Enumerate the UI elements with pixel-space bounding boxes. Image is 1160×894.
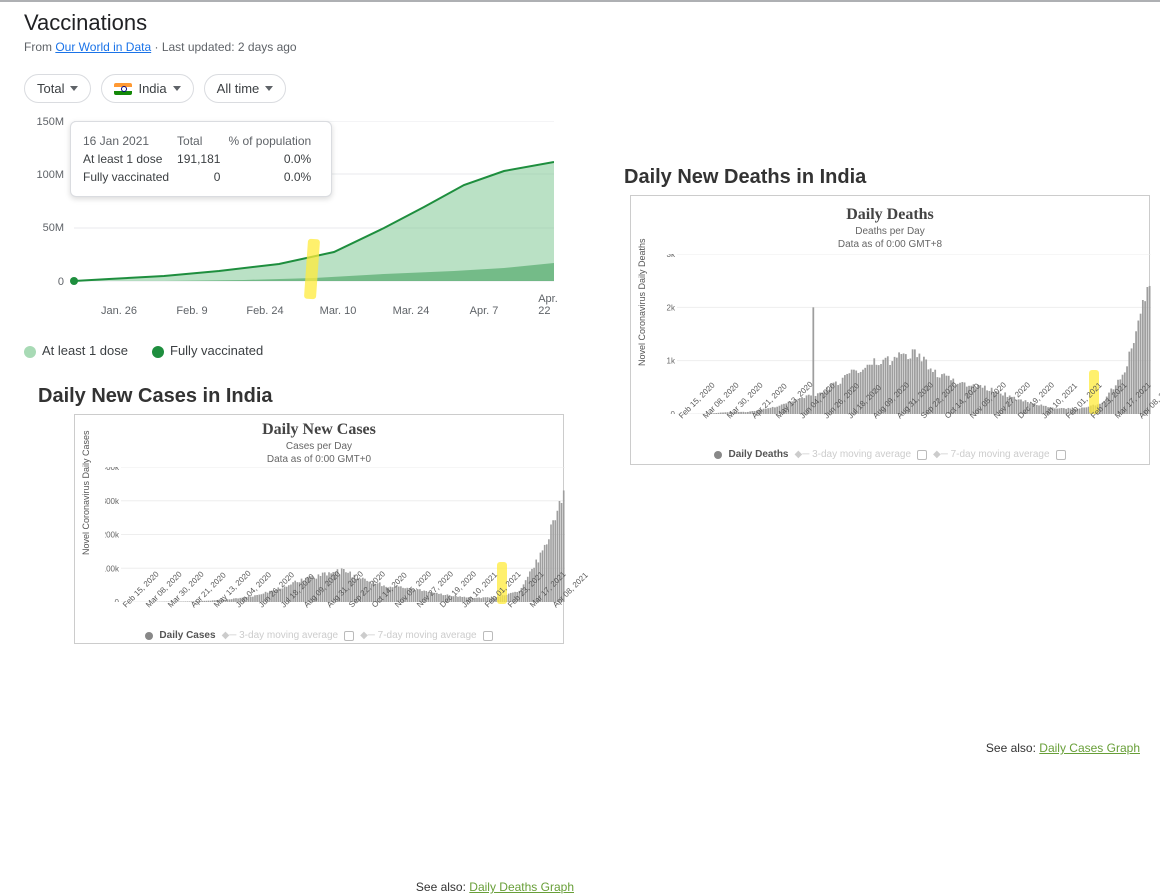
x-tick: Jan. 26 <box>101 305 137 317</box>
daily-cases-sub1: Cases per Day <box>75 441 563 452</box>
deaths-legend-ma7: ◆─ 7-day moving average <box>933 449 1050 460</box>
deaths-legend-ma3: ◆─ 3-day moving average <box>795 449 912 460</box>
svg-text:0: 0 <box>115 598 120 602</box>
tooltip-row2-total: 0 <box>177 168 228 186</box>
chevron-down-icon <box>265 86 273 91</box>
daily-cases-heading: Daily New Cases in India <box>38 385 584 408</box>
tooltip-col-total: Total <box>177 132 228 150</box>
see-also-link[interactable]: Daily Cases Graph <box>1039 741 1140 755</box>
cases-x-labels: Feb 15, 2020Mar 08, 2020Mar 30, 2020Apr … <box>105 603 565 633</box>
svg-text:200k: 200k <box>105 531 120 540</box>
source-prefix: From <box>24 40 55 54</box>
daily-cases-panel: Daily New Cases Cases per Day Data as of… <box>74 414 564 644</box>
tooltip-date: 16 Jan 2021 <box>83 132 177 150</box>
cases-legend-ma7-label: 7-day moving average <box>378 630 477 641</box>
cases-legend-ma7: ◆─ 7-day moving average <box>360 630 477 641</box>
deaths-legend-ma7-label: 7-day moving average <box>951 449 1050 460</box>
cases-y-axis-label: Novel Coronavirus Daily Cases <box>81 430 91 555</box>
legend-dot-icon <box>714 451 722 459</box>
checkbox-ma7[interactable] <box>1056 450 1066 460</box>
x-tick: Feb. 9 <box>176 305 207 317</box>
cases-legend-main: Daily Cases <box>159 630 215 641</box>
chevron-down-icon <box>173 86 181 91</box>
vaccinations-title: Vaccinations <box>24 10 574 36</box>
deaths-legend: Daily Deaths ◆─ 3-day moving average ◆─ … <box>631 449 1149 460</box>
svg-text:1k: 1k <box>667 357 676 366</box>
window-border <box>0 0 1160 2</box>
tooltip-row2-pct: 0.0% <box>228 168 319 186</box>
chip-country-label: India <box>138 81 166 96</box>
daily-cases-title: Daily New Cases <box>75 421 563 439</box>
checkbox-ma7[interactable] <box>483 631 493 641</box>
cases-legend: Daily Cases ◆─ 3-day moving average ◆─ 7… <box>75 630 563 641</box>
x-tick: Apr. 7 <box>470 305 499 317</box>
tooltip-row1-label: At least 1 dose <box>83 150 177 168</box>
vaccinations-chart[interactable]: 150M 100M 50M 0 Jan. 26 Feb. 9 Feb. 24 M… <box>24 121 554 321</box>
x-tick: Mar. 10 <box>320 305 357 317</box>
tooltip-col-pct: % of population <box>228 132 319 150</box>
daily-cases-sub2: Data as of 0:00 GMT+0 <box>75 454 563 465</box>
legend-dot-dose1 <box>24 346 36 358</box>
deaths-legend-main: Daily Deaths <box>728 449 788 460</box>
series-start-dot <box>70 277 78 285</box>
deaths-legend-ma3-label: 3-day moving average <box>812 449 911 460</box>
chip-country[interactable]: India <box>101 74 193 103</box>
daily-deaths-sub2: Data as of 0:00 GMT+8 <box>631 239 1149 250</box>
chip-range[interactable]: All time <box>204 74 287 103</box>
legend-dose1: At least 1 dose <box>24 343 128 358</box>
tooltip-row1-total: 191,181 <box>177 150 228 168</box>
tooltip-row2-label: Fully vaccinated <box>83 168 177 186</box>
filter-chips: Total India All time <box>24 74 574 103</box>
see-also-prefix: See also: <box>986 741 1039 755</box>
daily-deaths-panel: Daily Deaths Deaths per Day Data as of 0… <box>630 195 1150 465</box>
see-also-link[interactable]: Daily Deaths Graph <box>469 880 574 894</box>
x-tick: Apr. 22 <box>538 293 558 317</box>
deaths-y-axis-label: Novel Coronavirus Daily Deaths <box>637 238 647 366</box>
daily-deaths-sub1: Deaths per Day <box>631 226 1149 237</box>
chip-total[interactable]: Total <box>24 74 91 103</box>
svg-text:2k: 2k <box>667 303 676 312</box>
daily-deaths-title: Daily Deaths <box>631 206 1149 224</box>
x-tick: Feb. 24 <box>246 305 283 317</box>
vaccinations-panel: Vaccinations From Our World in Data · La… <box>24 10 574 358</box>
deaths-see-also: See also: Daily Cases Graph <box>610 741 1140 755</box>
vaccinations-legend: At least 1 dose Fully vaccinated <box>24 343 574 358</box>
cases-legend-ma3-label: 3-day moving average <box>239 630 338 641</box>
daily-deaths-heading: Daily New Deaths in India <box>624 166 1150 189</box>
legend-dot-full <box>152 346 164 358</box>
daily-deaths-section: Daily New Deaths in India Daily Deaths D… <box>610 166 1150 755</box>
last-updated-prefix: · Last updated: <box>151 40 238 54</box>
deaths-x-labels: Feb 15, 2020Mar 08, 2020Mar 30, 2020Apr … <box>661 414 1151 448</box>
svg-text:300k: 300k <box>105 497 120 506</box>
legend-full-label: Fully vaccinated <box>170 343 263 358</box>
svg-text:3k: 3k <box>667 254 676 259</box>
legend-dose1-label: At least 1 dose <box>42 343 128 358</box>
cases-see-also: See also: Daily Deaths Graph <box>24 880 574 894</box>
last-updated: 2 days ago <box>238 40 297 54</box>
chip-range-label: All time <box>217 81 260 96</box>
chip-total-label: Total <box>37 81 64 96</box>
checkbox-ma3[interactable] <box>344 631 354 641</box>
legend-dot-icon <box>145 632 153 640</box>
x-tick: Mar. 24 <box>393 305 430 317</box>
svg-text:400k: 400k <box>105 467 120 472</box>
daily-cases-section: Daily New Cases in India Daily New Cases… <box>24 385 584 894</box>
legend-full: Fully vaccinated <box>152 343 263 358</box>
source-link[interactable]: Our World in Data <box>55 40 151 54</box>
chevron-down-icon <box>70 86 78 91</box>
vaccinations-source: From Our World in Data · Last updated: 2… <box>24 40 574 54</box>
svg-text:100k: 100k <box>105 564 120 573</box>
chart-tooltip: 16 Jan 2021 Total % of population At lea… <box>70 121 332 197</box>
checkbox-ma3[interactable] <box>917 450 927 460</box>
cases-legend-ma3: ◆─ 3-day moving average <box>222 630 339 641</box>
india-flag-icon <box>114 83 132 95</box>
see-also-prefix: See also: <box>416 880 469 894</box>
tooltip-row1-pct: 0.0% <box>228 150 319 168</box>
